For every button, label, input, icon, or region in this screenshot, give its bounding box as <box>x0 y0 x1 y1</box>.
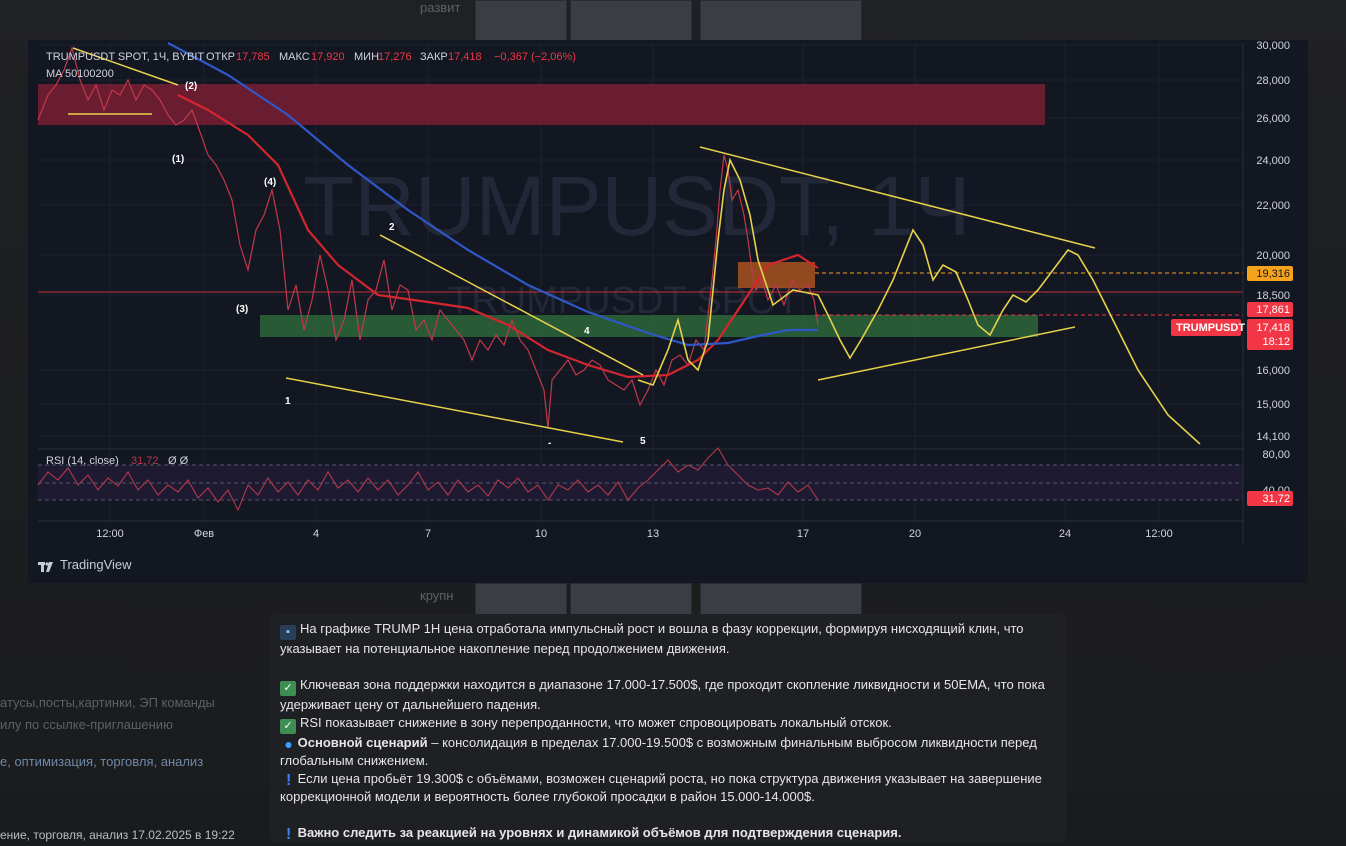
rsi-value: 31,72 <box>131 455 159 467</box>
price-tick: 30,000 <box>1256 40 1290 52</box>
time-tick: 12:00 <box>96 528 124 540</box>
level-tag: 19,316 <box>1256 268 1290 280</box>
wave-label: - <box>548 438 551 449</box>
close-value: 17,418 <box>448 51 482 63</box>
price-tick: 14,100 <box>1256 431 1290 443</box>
rsi-label: RSI (14, close) <box>46 455 119 467</box>
time-tick: 12:00 <box>1145 528 1173 540</box>
wave-label: 5 <box>640 436 646 447</box>
close-label: ЗАКР <box>420 51 448 63</box>
price-tick: 24,000 <box>1256 155 1290 167</box>
ma-label: MA 50100200 <box>46 68 114 80</box>
price-tick: 28,000 <box>1256 75 1290 87</box>
caption-paragraph: ! Важно следить за реакцией на уровнях и … <box>280 824 1055 843</box>
wave-label: 4 <box>584 326 590 337</box>
chart-symbol: TRUMPUSDT SPOT, 1Ч, BYBIT <box>46 51 204 63</box>
time-tick: 7 <box>425 528 431 540</box>
checkmark-icon: ✓ <box>280 719 296 734</box>
price-tick: 20,000 <box>1256 250 1290 262</box>
background-thumbnail <box>700 0 862 42</box>
message-caption: ▪ На графике TRUMP 1H цена отработала имп… <box>269 614 1067 843</box>
wave-label: (3) <box>236 304 248 315</box>
wave-label: 1 <box>285 396 291 407</box>
exclamation-icon: ! <box>285 772 292 789</box>
tradingview-icon <box>38 560 56 572</box>
rsi-extra: Ø Ø <box>168 455 189 467</box>
background-thumbnail <box>700 583 862 615</box>
countdown-tag: 18:12 <box>1262 336 1290 348</box>
caption-bold: Важно следить за реакцией на уровнях и д… <box>297 825 902 840</box>
orange-zone <box>738 262 815 288</box>
tradingview-label: TradingView <box>60 557 132 572</box>
chart-canvas: TRUMPUSDT, 1Ч TRUMPUSDT SPOT (2) (1) (4)… <box>37 40 1293 545</box>
background-text: крупн <box>420 588 454 603</box>
background-text: развит <box>420 0 461 15</box>
wave-label: (1) <box>172 154 184 165</box>
caption-bold: Основной сценарий <box>297 735 428 750</box>
time-tick: Фев <box>194 528 214 540</box>
time-tick: 10 <box>535 528 547 540</box>
caption-paragraph: ● Основной сценарий – консолидация в пред… <box>280 734 1055 770</box>
caption-text: На графике TRUMP 1H цена отработала импу… <box>280 621 1024 656</box>
background-text: илу по ссылке-приглашению <box>0 717 173 732</box>
wave-label: (2) <box>185 81 197 92</box>
rsi-tick: 80,00 <box>1262 449 1290 461</box>
price-tick: 26,000 <box>1256 113 1290 125</box>
message-meta: ение, торговля, анализ 17.02.2025 в 19:2… <box>0 828 235 842</box>
background-text: е, оптимизация, торговля, анализ <box>0 754 204 769</box>
background-text: атусы,посты,картинки, ЭП команды <box>0 695 215 710</box>
caption-paragraph: ▪ На графике TRUMP 1H цена отработала имп… <box>280 620 1055 658</box>
caption-paragraph: ✓ Ключевая зона поддержки находится в диа… <box>280 676 1055 714</box>
background-thumbnail <box>475 0 567 42</box>
caption-paragraph: ✓ RSI показывает снижение в зону перепрод… <box>280 714 1055 734</box>
wave-label: (4) <box>264 177 276 188</box>
price-tick: 15,000 <box>1256 399 1290 411</box>
symbol-tag: TRUMPUSDT <box>1176 322 1245 334</box>
time-tick: 17 <box>797 528 809 540</box>
open-value: 17,785 <box>236 51 270 63</box>
price-tag: 17,418 <box>1256 322 1290 334</box>
checkmark-icon: ✓ <box>280 681 296 696</box>
time-tick: 20 <box>909 528 921 540</box>
caption-paragraph: ! Если цена пробьёт 19.300$ с объёмами, в… <box>280 770 1055 806</box>
low-value: 17,276 <box>378 51 412 63</box>
high-label: МАКС <box>279 51 310 63</box>
wave-label: 2 <box>389 222 395 233</box>
high-value: 17,920 <box>311 51 345 63</box>
caption-text: Если цена пробьёт 19.300$ с объёмами, во… <box>280 771 1042 804</box>
blue-dot-icon: ● <box>284 736 293 752</box>
chart-emoji-icon: ▪ <box>280 625 296 640</box>
change-value: −0,367 (−2,06%) <box>494 51 576 63</box>
caption-text: Ключевая зона поддержки находится в диап… <box>280 677 1045 712</box>
tradingview-chart-image: TRUMPUSDT, 1Ч TRUMPUSDT SPOT (2) (1) (4)… <box>28 40 1308 583</box>
price-tick: 16,000 <box>1256 365 1290 377</box>
open-label: ОТКР <box>206 51 235 63</box>
background-thumbnail <box>570 583 692 615</box>
exclamation-icon: ! <box>285 826 292 843</box>
price-tick: 18,500 <box>1256 290 1290 302</box>
rsi-tag: 31,72 <box>1262 493 1290 505</box>
price-tick: 22,000 <box>1256 200 1290 212</box>
low-label: МИН <box>354 51 379 63</box>
background-thumbnail <box>475 583 567 615</box>
time-tick: 24 <box>1059 528 1071 540</box>
caption-text: RSI показывает снижение в зону перепрода… <box>300 715 892 730</box>
time-tick: 4 <box>313 528 319 540</box>
level-tag-2: 17,861 <box>1256 304 1290 316</box>
background-thumbnail <box>570 0 692 42</box>
tradingview-logo: TradingView <box>38 557 132 572</box>
time-tick: 13 <box>647 528 659 540</box>
